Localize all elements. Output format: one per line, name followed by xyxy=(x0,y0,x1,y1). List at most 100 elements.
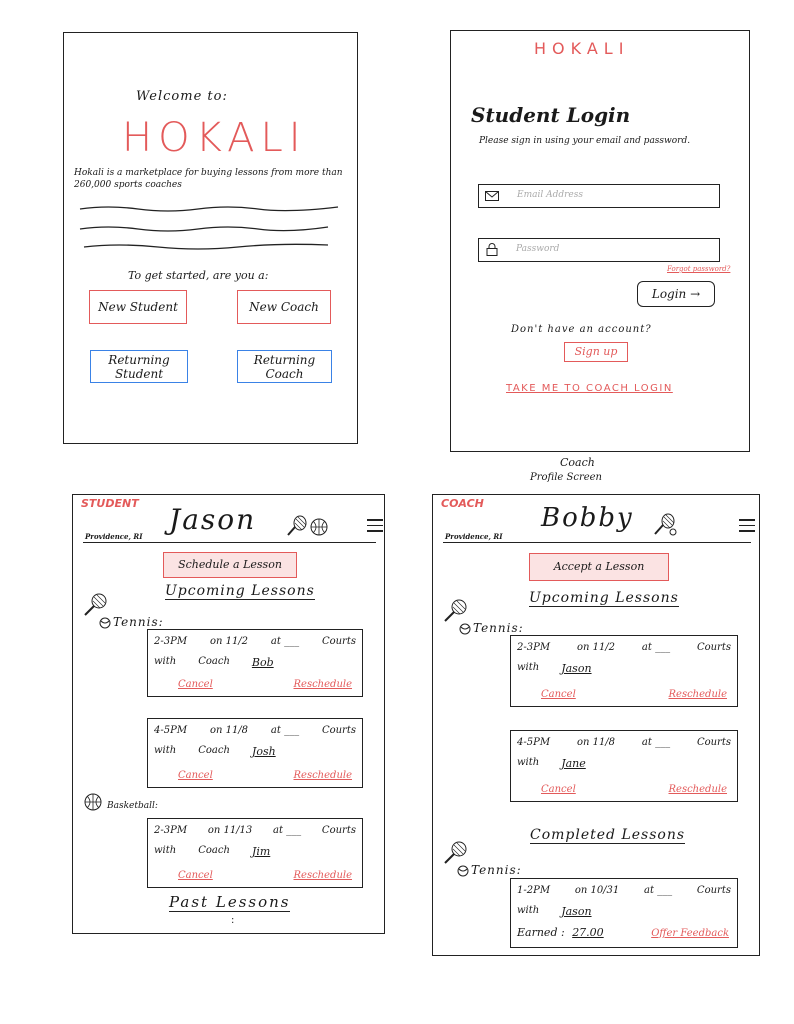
lesson-date: on 11/2 xyxy=(209,636,249,647)
lesson-place: Courts xyxy=(321,725,356,736)
lesson-at: at ___ xyxy=(270,725,300,736)
lesson-date: on 11/13 xyxy=(207,825,253,836)
lesson-coach-word: Coach xyxy=(198,745,230,756)
upcoming-lessons-heading: Upcoming Lessons xyxy=(165,583,315,600)
app-description: Hokali is a marketplace for buying lesso… xyxy=(74,168,343,190)
profile-location: Providence, RI xyxy=(85,532,143,541)
reschedule-link[interactable]: Reschedule xyxy=(294,679,353,690)
basketball-icon xyxy=(310,518,328,536)
lesson-coach-word: Coach xyxy=(198,845,230,856)
lesson-time: 4-5PM xyxy=(154,725,188,736)
lesson-place: Courts xyxy=(321,825,356,836)
tennis-ball-icon xyxy=(459,623,471,635)
lesson-student-name: Jason xyxy=(561,905,592,918)
lesson-with: with xyxy=(517,662,540,673)
tennis-racket-icon xyxy=(444,841,467,864)
reschedule-link[interactable]: Reschedule xyxy=(294,870,353,881)
completed-lessons-heading: Completed Lessons xyxy=(530,827,686,844)
lesson-coach-name: Josh xyxy=(251,745,276,758)
lesson-with: with xyxy=(154,656,177,667)
cancel-link[interactable]: Cancel xyxy=(178,870,213,881)
header-divider xyxy=(83,542,376,543)
login-screen: HOKALI Student Login Please sign in usin… xyxy=(450,30,750,452)
lock-icon xyxy=(486,243,498,256)
profile-name: Jason xyxy=(169,503,257,536)
earned-row: Earned : 27.00 xyxy=(517,926,604,939)
login-button[interactable]: Login → xyxy=(637,281,715,307)
sign-up-button[interactable]: Sign up xyxy=(564,342,628,362)
earned-amount: 27.00 xyxy=(572,926,604,939)
lesson-at: at ___ xyxy=(270,636,300,647)
returning-student-button[interactable]: Returning Student xyxy=(90,350,188,383)
lesson-coach-word: Coach xyxy=(198,656,230,667)
hamburger-menu-icon[interactable] xyxy=(367,515,383,536)
lesson-coach-name: Bob xyxy=(251,656,274,669)
basketball-icon xyxy=(84,793,102,811)
cancel-link[interactable]: Cancel xyxy=(178,679,213,690)
lesson-place: Courts xyxy=(321,636,356,647)
returning-coach-button[interactable]: Returning Coach xyxy=(237,350,332,383)
reschedule-link[interactable]: Reschedule xyxy=(669,784,728,795)
lesson-time: 2-3PM xyxy=(154,636,188,647)
cancel-link[interactable]: Cancel xyxy=(178,770,213,781)
mail-icon xyxy=(485,191,499,201)
cancel-link[interactable]: Cancel xyxy=(541,689,576,700)
reschedule-link[interactable]: Reschedule xyxy=(294,770,353,781)
tennis-racket-icon xyxy=(287,515,307,536)
tennis-racket-icon xyxy=(84,593,107,616)
tennis-ball-icon xyxy=(99,617,111,629)
lesson-coach-name: Jim xyxy=(251,845,271,858)
lesson-card: 4-5PM on 11/8 at ___ Courts with Jane Cancel… xyxy=(510,730,738,802)
hamburger-menu-icon[interactable] xyxy=(739,515,755,536)
header-divider xyxy=(443,542,751,543)
completed-tennis-label: Tennis: xyxy=(471,863,522,877)
password-field[interactable]: Password xyxy=(478,238,720,262)
lesson-at: at ___ xyxy=(641,642,671,653)
coach-login-link[interactable]: TAKE ME TO COACH LOGIN xyxy=(506,383,673,394)
cancel-link[interactable]: Cancel xyxy=(541,784,576,795)
schedule-lesson-button[interactable]: Schedule a Lesson xyxy=(163,552,297,578)
upcoming-lessons-heading: Upcoming Lessons xyxy=(529,590,679,607)
tennis-label: Tennis: xyxy=(113,615,164,629)
tennis-ball-icon xyxy=(457,865,469,877)
login-subtitle: Please sign in using your email and pass… xyxy=(479,136,691,146)
role-badge: COACH xyxy=(441,497,484,510)
accept-lesson-button[interactable]: Accept a Lesson xyxy=(529,553,669,581)
profile-location: Providence, RI xyxy=(445,532,503,541)
password-placeholder: Password xyxy=(516,244,560,254)
new-coach-button[interactable]: New Coach xyxy=(237,290,331,324)
lesson-card: 2-3PM on 11/2 at ___ Courts with Coach Bob Ca… xyxy=(147,629,363,697)
lesson-card: 2-3PM on 11/13 at ___ Courts with Coach Jim C… xyxy=(147,818,363,888)
completed-lesson-card: 1-2PM on 10/31 at ___ Courts with Jason Earn… xyxy=(510,878,738,948)
lesson-student-name: Jane xyxy=(561,757,586,770)
email-field[interactable]: Email Address xyxy=(478,184,720,208)
basketball-label: Basketball: xyxy=(107,801,158,811)
forgot-password-link[interactable]: Forgot password? xyxy=(667,265,730,273)
coach-profile-screen: COACH Bobby Providence, RI Accept a Less… xyxy=(432,494,760,956)
annotation-profile-screen: Profile Screen xyxy=(530,472,603,483)
earned-label: Earned : xyxy=(517,926,565,939)
lesson-at: at ___ xyxy=(273,825,302,836)
lesson-at: at ___ xyxy=(644,885,673,896)
role-badge: STUDENT xyxy=(81,497,139,510)
lesson-with: with xyxy=(517,905,540,916)
student-profile-screen: STUDENT Jason Providence, RI Schedule a … xyxy=(72,494,385,934)
get-started-prompt: To get started, are you a: xyxy=(128,269,269,282)
annotation-coach: Coach xyxy=(560,456,595,469)
past-lessons-heading[interactable]: Past Lessons xyxy=(169,893,291,912)
lesson-with: with xyxy=(517,757,540,768)
lesson-with: with xyxy=(154,845,177,856)
offer-feedback-link[interactable]: Offer Feedback xyxy=(651,928,729,939)
login-title: Student Login xyxy=(471,103,631,127)
lesson-place: Courts xyxy=(696,885,731,896)
new-student-button[interactable]: New Student xyxy=(89,290,187,324)
reschedule-link[interactable]: Reschedule xyxy=(669,689,728,700)
lesson-place: Courts xyxy=(696,642,731,653)
lesson-date: on 11/8 xyxy=(209,725,249,736)
welcome-heading: Welcome to: xyxy=(136,89,228,104)
placeholder-text-lines xyxy=(79,206,339,250)
lesson-time: 4-5PM xyxy=(517,737,551,748)
lesson-card: 2-3PM on 11/2 at ___ Courts with Jason Cance… xyxy=(510,635,738,707)
lesson-time: 1-2PM xyxy=(517,885,551,896)
lesson-date: on 10/31 xyxy=(574,885,620,896)
